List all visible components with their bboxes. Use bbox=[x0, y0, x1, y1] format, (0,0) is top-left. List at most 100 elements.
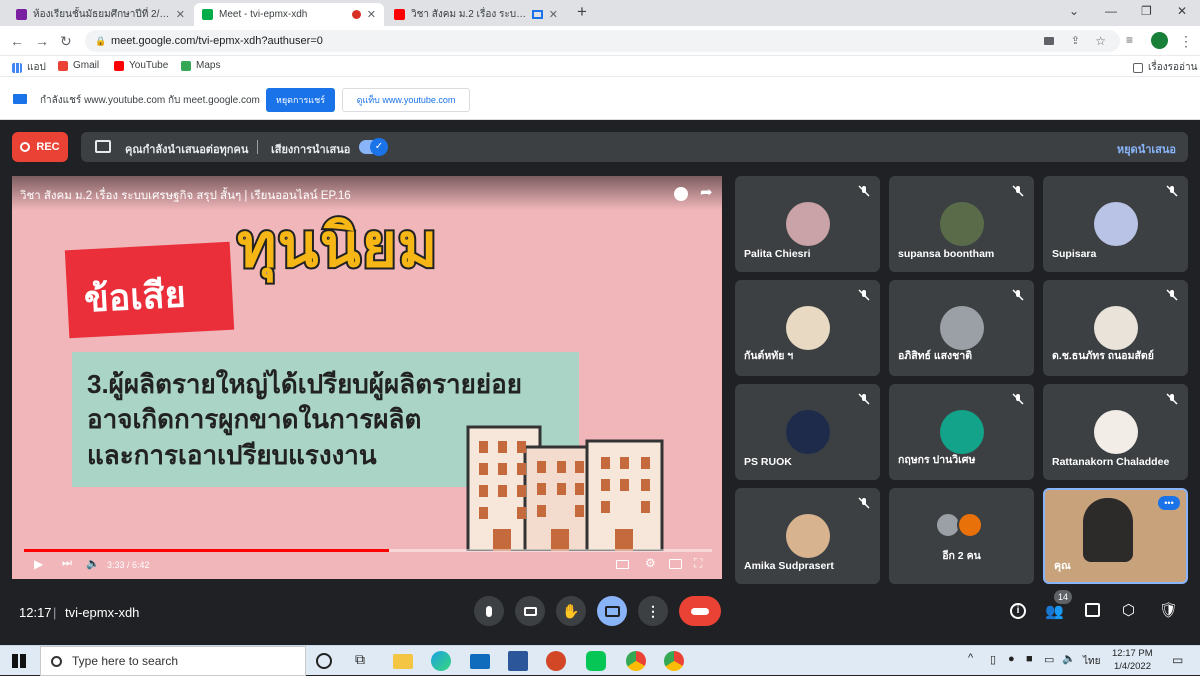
chrome-icon[interactable] bbox=[664, 651, 684, 671]
reload-icon[interactable]: ↻ bbox=[60, 33, 72, 50]
self-view-video bbox=[1083, 498, 1133, 562]
participant-name: Supisara bbox=[1052, 248, 1097, 260]
bookmark-maps[interactable]: Maps bbox=[181, 60, 220, 71]
windows-start-icon[interactable] bbox=[12, 654, 26, 668]
meeting-time: 12:17 bbox=[19, 605, 52, 620]
share-page-icon[interactable]: ⇪ bbox=[1071, 30, 1080, 52]
url-input[interactable]: 🔒 meet.google.com/tvi-epmx-xdh?authuser=… bbox=[85, 30, 1120, 52]
participant-tile[interactable]: PS RUOK bbox=[735, 384, 880, 480]
back-icon[interactable]: ← bbox=[10, 33, 24, 49]
bookmark-youtube[interactable]: YouTube bbox=[114, 60, 168, 71]
close-tab-icon[interactable]: ✕ bbox=[367, 8, 376, 21]
notifications-icon[interactable]: ▭ bbox=[1172, 653, 1183, 667]
profile-avatar[interactable] bbox=[1151, 32, 1168, 49]
powerpoint-icon[interactable] bbox=[546, 651, 566, 671]
menu-icon[interactable]: ⋮ bbox=[1179, 33, 1193, 50]
chat-icon[interactable] bbox=[1085, 603, 1100, 617]
chrome-icon[interactable] bbox=[626, 651, 646, 671]
cast-icon[interactable] bbox=[669, 559, 682, 569]
close-tab-icon[interactable]: ✕ bbox=[176, 8, 185, 21]
raise-hand-button[interactable]: ✋ bbox=[556, 596, 586, 626]
media-control-icon[interactable]: ≡ bbox=[1126, 33, 1133, 47]
cortana-icon[interactable] bbox=[316, 653, 332, 669]
participant-name: Amika Sudprasert bbox=[744, 560, 834, 572]
settings-icon[interactable]: ⚙ bbox=[645, 556, 656, 570]
participant-tile[interactable]: Rattanakorn Chaladdee bbox=[1043, 384, 1188, 480]
participant-tile[interactable]: กฤษกร ปานวิเศษ bbox=[889, 384, 1034, 480]
camera-button[interactable] bbox=[515, 596, 545, 626]
stop-presenting-button[interactable]: หยุดนำเสนอ bbox=[1117, 140, 1176, 158]
stop-sharing-button[interactable]: หยุดการแชร์ bbox=[266, 88, 335, 112]
maximize-icon[interactable]: ❐ bbox=[1141, 4, 1152, 18]
more-options-icon[interactable]: ••• bbox=[1158, 496, 1180, 510]
participant-tile[interactable]: ••• คุณ bbox=[1043, 488, 1188, 584]
participant-tile[interactable]: Amika Sudprasert bbox=[735, 488, 880, 584]
play-icon[interactable]: ▶ bbox=[34, 557, 43, 571]
volume-icon[interactable]: 🔈 bbox=[1062, 652, 1076, 665]
task-view-icon[interactable]: ⧉ bbox=[355, 651, 375, 671]
forward-icon[interactable]: → bbox=[35, 33, 49, 49]
tray-camera-icon[interactable]: ■ bbox=[1026, 653, 1033, 665]
classroom-icon bbox=[16, 9, 27, 20]
shared-youtube-video[interactable]: วิชา สังคม ม.2 เรื่อง ระบบเศรษฐกิจ สรุป … bbox=[12, 176, 722, 579]
subtitles-icon[interactable] bbox=[616, 560, 629, 569]
tray-app-icon[interactable]: ▯ bbox=[990, 653, 996, 666]
close-window-icon[interactable]: ✕ bbox=[1177, 4, 1187, 18]
people-count-badge: 14 bbox=[1054, 590, 1072, 604]
word-icon[interactable] bbox=[508, 651, 528, 671]
fullscreen-icon[interactable]: ⛶ bbox=[694, 556, 702, 571]
participant-name: Rattanakorn Chaladdee bbox=[1052, 456, 1170, 468]
switch-to-tab-button[interactable]: ดูแท็บ www.youtube.com bbox=[342, 88, 470, 112]
share-screen-icon bbox=[13, 94, 27, 104]
taskbar-clock-time[interactable]: 12:17 PM bbox=[1112, 648, 1153, 659]
badge-text: ข้อเสีย bbox=[82, 273, 187, 320]
participant-tile[interactable]: กันต์หทัย ฯ bbox=[735, 280, 880, 376]
tab-classroom[interactable]: ห้องเรียนชั้นมัธยมศึกษาปีที่ 2/3 (ปีการ … bbox=[8, 3, 193, 26]
bookmark-star-icon[interactable]: ☆ bbox=[1095, 30, 1106, 52]
mic-off-icon bbox=[858, 184, 870, 197]
host-controls-icon[interactable]: 🛡 bbox=[1159, 601, 1178, 619]
share-icon[interactable]: ➦ bbox=[700, 183, 713, 201]
presentation-audio-toggle[interactable]: ✓ bbox=[359, 138, 388, 156]
video-progress-track[interactable] bbox=[24, 549, 712, 552]
tray-overflow-icon[interactable]: ^ bbox=[968, 652, 973, 664]
participant-tile[interactable]: Supisara bbox=[1043, 176, 1188, 272]
more-options-button[interactable]: ⋮ bbox=[638, 596, 668, 626]
leave-call-button[interactable] bbox=[679, 596, 721, 626]
input-language[interactable]: ไทย bbox=[1083, 654, 1100, 669]
tray-mic-icon[interactable]: ● bbox=[1008, 653, 1015, 665]
close-tab-icon[interactable]: ✕ bbox=[549, 8, 558, 21]
edge-icon[interactable] bbox=[431, 651, 451, 671]
reading-list[interactable]: เรื่องรออ่าน bbox=[1133, 60, 1198, 75]
bookmark-gmail[interactable]: Gmail bbox=[58, 60, 99, 71]
battery-icon[interactable]: ▭ bbox=[1044, 653, 1054, 666]
file-explorer-icon[interactable] bbox=[393, 654, 413, 669]
bookmark-apps[interactable]: แอป bbox=[12, 60, 46, 75]
mail-icon[interactable] bbox=[470, 654, 490, 669]
watch-later-icon[interactable] bbox=[674, 187, 688, 201]
people-icon[interactable]: 👥 bbox=[1045, 602, 1064, 620]
participant-tile[interactable]: Palita Chiesri bbox=[735, 176, 880, 272]
volume-icon[interactable]: 🔈 bbox=[86, 557, 100, 570]
participant-tile[interactable]: อภิสิทธ์ แสงชาติ bbox=[889, 280, 1034, 376]
present-now-button[interactable] bbox=[597, 596, 627, 626]
participant-tile[interactable]: อีก 2 คน bbox=[889, 488, 1034, 584]
meeting-details-icon[interactable]: i bbox=[1010, 603, 1026, 619]
tab-search-icon[interactable]: ⌄ bbox=[1069, 4, 1079, 18]
new-tab-icon[interactable]: + bbox=[577, 2, 587, 22]
taskbar-clock-date[interactable]: 1/4/2022 bbox=[1114, 661, 1151, 672]
tab-meet[interactable]: Meet - tvi-epmx-xdh ✕ bbox=[194, 3, 384, 26]
taskbar-search-input[interactable]: Type here to search bbox=[40, 646, 306, 676]
activities-icon[interactable]: ⬡ bbox=[1122, 601, 1135, 619]
participant-tile[interactable]: ด.ช.ธนภัทร ถนอมสัตย์ bbox=[1043, 280, 1188, 376]
minimize-icon[interactable]: — bbox=[1105, 4, 1117, 18]
bookmarks-bar: แอป Gmail YouTube Maps เรื่องรออ่าน bbox=[0, 56, 1200, 77]
mic-button[interactable] bbox=[474, 596, 504, 626]
recording-icon bbox=[351, 10, 361, 19]
camera-icon[interactable] bbox=[1044, 37, 1054, 45]
participant-tile[interactable]: supansa boontham bbox=[889, 176, 1034, 272]
next-icon[interactable]: ⏭ bbox=[62, 557, 72, 570]
mic-off-icon bbox=[1012, 184, 1024, 197]
tab-youtube[interactable]: วิชา สังคม ม.2 เรื่อง ระบบเศรษฐกิจ ✕ bbox=[386, 3, 566, 26]
line-app-icon[interactable] bbox=[586, 651, 606, 671]
